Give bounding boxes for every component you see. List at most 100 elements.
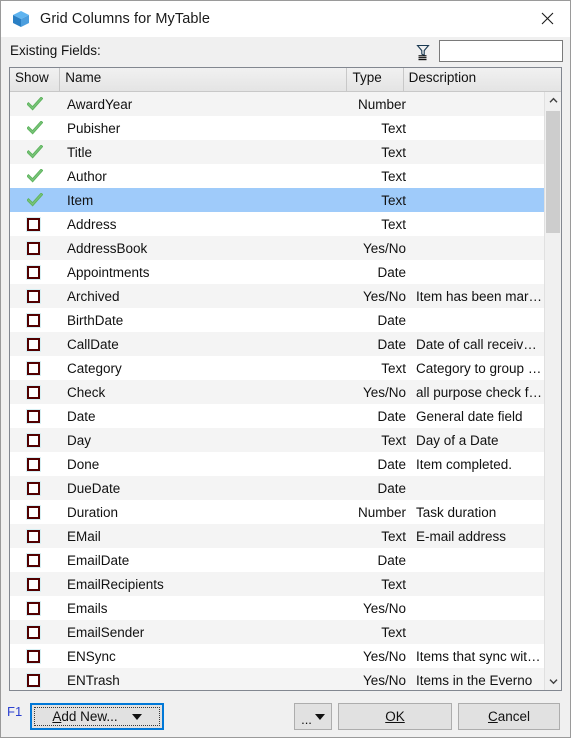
checkbox-unchecked-icon xyxy=(27,553,40,567)
column-header-type[interactable]: Type xyxy=(347,68,404,91)
cell-field-type: Text xyxy=(381,360,406,376)
cell-field-type: Date xyxy=(377,480,406,496)
cell-field-type: Text xyxy=(381,192,406,208)
show-checkbox[interactable] xyxy=(10,337,61,351)
show-checkbox[interactable] xyxy=(10,649,61,663)
show-checkbox-checked[interactable] xyxy=(10,193,61,207)
table-row[interactable]: Emails Yes/No xyxy=(10,596,544,620)
table-row[interactable]: EmailSender Text xyxy=(10,620,544,644)
checkbox-unchecked-icon xyxy=(27,673,40,687)
checkbox-unchecked-icon xyxy=(27,529,40,543)
table-row[interactable]: ENSync Yes/No Items that sync wit… xyxy=(10,644,544,668)
cell-field-name: CallDate xyxy=(67,336,119,352)
column-header-description[interactable]: Description xyxy=(403,68,545,91)
column-header-name[interactable]: Name xyxy=(60,68,348,91)
table-row[interactable]: Day Text Day of a Date xyxy=(10,428,544,452)
cell-field-name: BirthDate xyxy=(67,312,124,328)
table-row[interactable]: Author Text xyxy=(10,164,544,188)
table-row[interactable]: EmailDate Date xyxy=(10,548,544,572)
table-row[interactable]: Duration Number Task duration xyxy=(10,500,544,524)
table-row[interactable]: AwardYear Number xyxy=(10,92,544,116)
table-row[interactable]: Archived Yes/No Item has been mar… xyxy=(10,284,544,308)
table-row[interactable]: EMail Text E-mail address xyxy=(10,524,544,548)
show-checkbox[interactable] xyxy=(10,289,61,303)
cell-field-type: Yes/No xyxy=(362,600,406,616)
show-checkbox-checked[interactable] xyxy=(10,121,61,135)
ok-label: OK xyxy=(385,709,405,724)
cell-field-name: Emails xyxy=(67,600,108,616)
show-checkbox-checked[interactable] xyxy=(10,97,61,111)
chevron-up-icon[interactable] xyxy=(545,92,561,109)
table-row[interactable]: Check Yes/No all purpose check f… xyxy=(10,380,544,404)
cell-field-type: Date xyxy=(377,456,406,472)
show-checkbox-checked[interactable] xyxy=(10,145,61,159)
show-checkbox[interactable] xyxy=(10,385,61,399)
table-row[interactable]: Title Text xyxy=(10,140,544,164)
cell-field-type: Yes/No xyxy=(362,672,406,688)
table-row[interactable]: BirthDate Date xyxy=(10,308,544,332)
chevron-down-icon[interactable] xyxy=(545,673,561,690)
show-checkbox[interactable] xyxy=(10,481,61,495)
table-row[interactable]: ENTrash Yes/No Items in the Everno xyxy=(10,668,544,690)
ok-button[interactable]: OK xyxy=(338,703,452,730)
table-row[interactable]: Date Date General date field xyxy=(10,404,544,428)
table-row[interactable]: CallDate Date Date of call receiv… xyxy=(10,332,544,356)
funnel-filter-icon[interactable] xyxy=(415,43,433,61)
vertical-scrollbar[interactable] xyxy=(544,92,561,690)
show-checkbox[interactable] xyxy=(10,577,61,591)
checkbox-unchecked-icon xyxy=(27,481,40,495)
table-row[interactable]: Appointments Date xyxy=(10,260,544,284)
checkbox-unchecked-icon xyxy=(27,217,40,231)
table-row[interactable]: Item Text xyxy=(10,188,544,212)
show-checkbox[interactable] xyxy=(10,361,61,375)
checkbox-unchecked-icon xyxy=(27,433,40,447)
show-checkbox[interactable] xyxy=(10,217,61,231)
cell-field-name: Appointments xyxy=(67,264,150,280)
show-checkbox[interactable] xyxy=(10,265,61,279)
table-row[interactable]: EmailRecipients Text xyxy=(10,572,544,596)
checkbox-unchecked-icon xyxy=(27,457,40,471)
show-checkbox[interactable] xyxy=(10,433,61,447)
cell-field-name: AddressBook xyxy=(67,240,148,256)
fields-grid: Show Name Type Description AwardYear Numb… xyxy=(9,67,562,691)
column-header-show[interactable]: Show xyxy=(10,68,61,91)
cell-field-name: Date xyxy=(67,408,96,424)
checkbox-unchecked-icon xyxy=(27,385,40,399)
more-options-button[interactable]: ... xyxy=(294,703,332,730)
table-row[interactable]: Address Text xyxy=(10,212,544,236)
show-checkbox[interactable] xyxy=(10,409,61,423)
show-checkbox[interactable] xyxy=(10,553,61,567)
filter-input[interactable] xyxy=(439,40,563,62)
show-checkbox[interactable] xyxy=(10,457,61,471)
show-checkbox[interactable] xyxy=(10,673,61,687)
cell-field-type: Text xyxy=(381,624,406,640)
cell-field-description: all purpose check f… xyxy=(416,384,543,400)
chevron-down-icon xyxy=(131,713,142,720)
checkbox-unchecked-icon xyxy=(27,601,40,615)
show-checkbox-checked[interactable] xyxy=(10,169,61,183)
checkbox-unchecked-icon xyxy=(27,625,40,639)
close-icon[interactable] xyxy=(524,1,570,36)
table-row[interactable]: Category Text Category to group … xyxy=(10,356,544,380)
cell-field-name: AwardYear xyxy=(67,96,133,112)
cell-field-description: General date field xyxy=(416,408,523,424)
show-checkbox[interactable] xyxy=(10,625,61,639)
show-checkbox[interactable] xyxy=(10,505,61,519)
add-new-button[interactable]: Add New... xyxy=(30,703,164,730)
grid-rows: AwardYear Number Pubisher Text Title Text Auth… xyxy=(10,92,544,690)
table-row[interactable]: DueDate Date xyxy=(10,476,544,500)
cancel-button[interactable]: Cancel xyxy=(458,703,560,730)
cell-field-name: EmailRecipients xyxy=(67,576,164,592)
cell-field-name: Category xyxy=(67,360,122,376)
checkbox-unchecked-icon xyxy=(27,265,40,279)
show-checkbox[interactable] xyxy=(10,313,61,327)
show-checkbox[interactable] xyxy=(10,529,61,543)
show-checkbox[interactable] xyxy=(10,241,61,255)
scrollbar-thumb[interactable] xyxy=(546,111,560,233)
table-row[interactable]: Pubisher Text xyxy=(10,116,544,140)
show-checkbox[interactable] xyxy=(10,601,61,615)
table-row[interactable]: Done Date Item completed. xyxy=(10,452,544,476)
cell-field-name: EmailSender xyxy=(67,624,145,640)
checkbox-unchecked-icon xyxy=(27,577,40,591)
table-row[interactable]: AddressBook Yes/No xyxy=(10,236,544,260)
